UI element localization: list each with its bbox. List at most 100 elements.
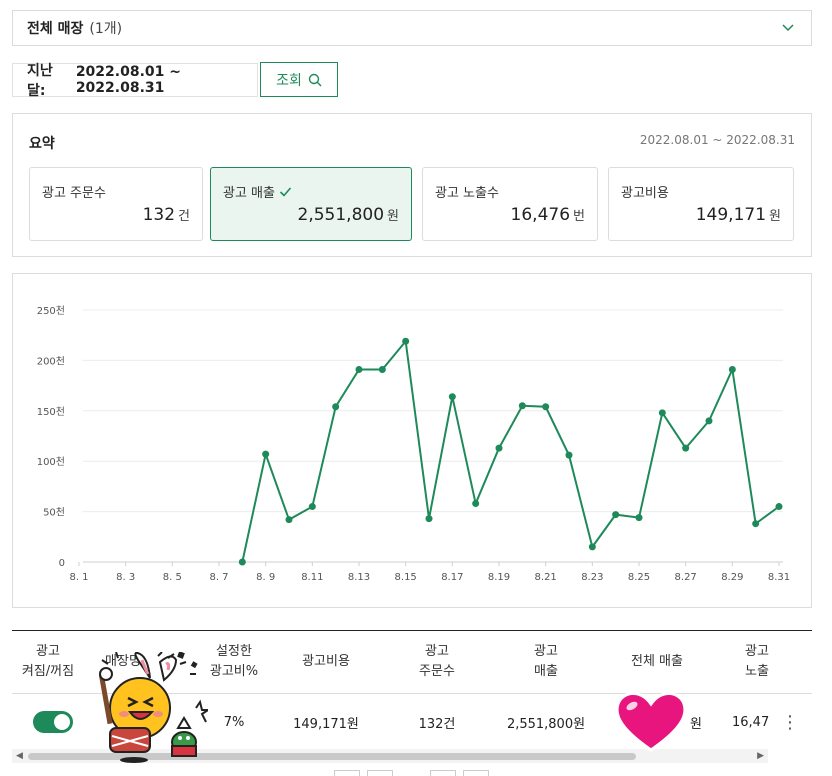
- page-first-button[interactable]: [334, 770, 360, 776]
- data-point[interactable]: [752, 520, 760, 528]
- card-value: 16,476: [510, 205, 571, 225]
- col-header-orders: 광고 주문수: [419, 644, 455, 679]
- y-tick-label: 50천: [43, 507, 65, 519]
- x-tick-label: 8.21: [535, 572, 557, 583]
- table-row-impressions: 16,47: [732, 714, 770, 730]
- card-value: 149,171: [695, 205, 767, 225]
- card-unit: 건: [178, 209, 190, 224]
- col-header-ad-sales: 광고 매출: [534, 644, 558, 679]
- table-row-toggle-cell: [12, 693, 94, 751]
- x-tick-label: 8. 7: [209, 572, 228, 583]
- data-point[interactable]: [355, 365, 363, 373]
- card-unit: 원: [387, 209, 399, 224]
- table-row-ad-rate: 7%: [223, 714, 245, 730]
- ad-toggle-switch[interactable]: [33, 711, 73, 733]
- data-point[interactable]: [565, 451, 573, 459]
- page-last-button[interactable]: [463, 770, 489, 776]
- card-label: 광고 노출수: [435, 186, 499, 201]
- x-tick-label: 8.23: [581, 572, 603, 583]
- card-ad-cost[interactable]: 광고비용 149,171 원: [608, 167, 794, 241]
- table-row-ad-cost: 149,171원: [293, 716, 359, 732]
- scroll-right-icon[interactable]: ▶: [757, 751, 764, 761]
- data-point[interactable]: [542, 403, 550, 411]
- data-point[interactable]: [308, 503, 316, 511]
- x-tick-label: 8.29: [721, 572, 743, 583]
- card-unit: 원: [769, 209, 781, 224]
- summary-panel: 요약 2022.08.01 ~ 2022.08.31 광고 주문수 132 건 광…: [12, 113, 812, 257]
- data-point[interactable]: [775, 503, 783, 511]
- data-point[interactable]: [262, 450, 270, 458]
- summary-range: 2022.08.01 ~ 2022.08.31: [639, 133, 795, 147]
- data-point[interactable]: [635, 514, 643, 522]
- data-point[interactable]: [285, 516, 293, 524]
- x-tick-label: 8.11: [301, 572, 323, 583]
- card-label: 광고 매출: [223, 186, 275, 201]
- x-tick-label: 8.19: [488, 572, 510, 583]
- y-tick-label: 250천: [37, 305, 65, 317]
- card-ad-orders[interactable]: 광고 주문수 132 건: [29, 167, 203, 241]
- card-label: 광고비용: [621, 186, 669, 201]
- search-icon: [308, 73, 322, 86]
- page-next-button[interactable]: [430, 770, 456, 776]
- data-point[interactable]: [425, 515, 433, 523]
- card-value: 2,551,800: [297, 205, 385, 225]
- period-range: 2022.08.01 ~ 2022.08.31: [75, 64, 181, 96]
- scroll-left-icon[interactable]: ◀: [16, 751, 23, 761]
- x-tick-label: 8.25: [628, 572, 650, 583]
- data-point[interactable]: [448, 393, 456, 401]
- data-point[interactable]: [238, 558, 246, 566]
- series-line: [241, 338, 780, 563]
- data-point[interactable]: [402, 337, 410, 345]
- x-tick-label: 8. 1: [69, 572, 88, 583]
- x-tick-label: 8.31: [768, 572, 790, 583]
- x-tick-label: 8.17: [441, 572, 463, 583]
- data-point[interactable]: [682, 444, 690, 452]
- x-tick-label: 8.27: [675, 572, 697, 583]
- col-header-total-sales: 전체 매출: [631, 654, 683, 669]
- line-chart: 0 50천 100천 150천 200천 250천 8. 1 8. 3 8. 5 8. 7 8. 9…: [37, 305, 790, 583]
- store-select-label: 전체 매장: [27, 21, 84, 37]
- y-tick-label: 200천: [37, 355, 65, 367]
- table-row-orders: 132건: [418, 716, 456, 732]
- x-tick-label: 8. 5: [163, 572, 182, 583]
- data-point[interactable]: [472, 500, 480, 508]
- data-point[interactable]: [378, 365, 386, 373]
- heart-sticker: [615, 692, 687, 752]
- y-tick-label: 0: [59, 558, 65, 569]
- card-label: 광고 주문수: [42, 186, 106, 201]
- data-point[interactable]: [518, 402, 526, 410]
- summary-title: 요약: [29, 136, 55, 152]
- store-count: (1개): [89, 21, 123, 37]
- store-select-dropdown[interactable]: 전체 매장 (1개): [12, 10, 812, 46]
- x-tick-label: 8.15: [395, 572, 417, 583]
- data-point[interactable]: [612, 511, 620, 519]
- period-label: 지난 달:: [27, 63, 53, 99]
- table-row-ad-sales: 2,551,800원: [506, 716, 586, 732]
- card-ad-impressions[interactable]: 광고 노출수 16,476 번: [422, 167, 598, 241]
- card-unit: 번: [573, 209, 585, 224]
- page-prev-button[interactable]: [367, 770, 393, 776]
- col-header-toggle: 광고 켜짐/꺼짐: [21, 644, 75, 679]
- search-button[interactable]: 조회: [260, 62, 338, 97]
- col-header-impressions: 광고 노출: [745, 644, 769, 679]
- chevron-down-icon: [782, 24, 794, 32]
- x-tick-label: 8. 9: [256, 572, 275, 583]
- period-display[interactable]: 지난 달: 2022.08.01 ~ 2022.08.31: [12, 63, 258, 99]
- col-header-ad-cost: 광고비용: [302, 654, 350, 669]
- data-point[interactable]: [705, 417, 713, 425]
- y-tick-label: 150천: [37, 406, 65, 418]
- card-ad-sales[interactable]: 광고 매출 2,551,800 원: [210, 167, 412, 241]
- check-icon: [279, 187, 292, 197]
- card-value: 132: [142, 205, 176, 225]
- data-point[interactable]: [728, 365, 736, 373]
- more-options-icon[interactable]: ⋮: [780, 693, 800, 751]
- ad-sales-chart: 0 50천 100천 150천 200천 250천 8. 1 8. 3 8. 5 8. 7 8. 9…: [12, 273, 812, 608]
- data-point[interactable]: [588, 543, 596, 551]
- search-button-label: 조회: [276, 72, 302, 89]
- data-point[interactable]: [495, 444, 503, 452]
- x-tick-label: 8. 3: [116, 572, 135, 583]
- y-tick-label: 100천: [37, 456, 65, 468]
- data-point[interactable]: [332, 403, 340, 411]
- x-tick-label: 8.13: [348, 572, 370, 583]
- data-point[interactable]: [658, 409, 666, 417]
